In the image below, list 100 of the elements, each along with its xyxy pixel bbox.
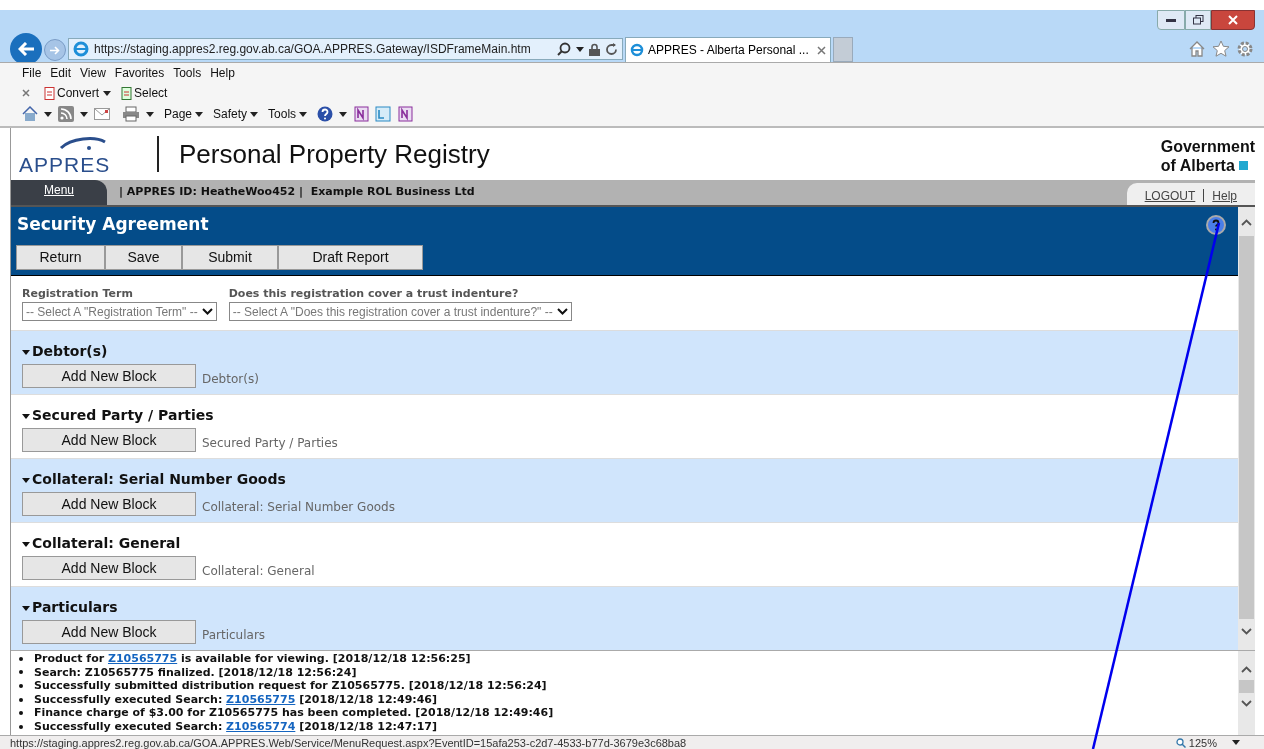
- restore-icon: [1192, 15, 1204, 25]
- tab-title: APPRES - Alberta Personal ...: [648, 42, 810, 59]
- scroll-thumb[interactable]: [1239, 236, 1254, 619]
- toolbar-menu-button[interactable]: Tools: [268, 105, 308, 123]
- section-caption: Debtor(s): [202, 371, 259, 388]
- menu-item[interactable]: Tools: [173, 64, 202, 82]
- toolbar-button[interactable]: Return: [16, 245, 105, 270]
- minimize-button[interactable]: [1157, 10, 1185, 30]
- add-block-button[interactable]: Add New Block: [22, 364, 196, 388]
- star-icon[interactable]: [1212, 40, 1230, 58]
- home-icon[interactable]: [1188, 40, 1206, 58]
- home-icon[interactable]: [22, 106, 38, 122]
- toolbar-button[interactable]: Save: [105, 245, 182, 270]
- section-caption: Collateral: Serial Number Goods: [202, 499, 395, 516]
- mail-icon[interactable]: [94, 108, 110, 120]
- menu-item[interactable]: Edit: [50, 64, 72, 82]
- url-text: https://staging.appres2.reg.gov.ab.ca/GOA.APPRES.Gateway/ISDFrameMain.htm: [94, 41, 532, 58]
- menu-link[interactable]: Menu: [11, 180, 107, 205]
- add-block-button[interactable]: Add New Block: [22, 620, 196, 644]
- toolbar-button[interactable]: Draft Report: [278, 245, 423, 270]
- settings-icon[interactable]: [1236, 40, 1254, 58]
- status-url: https://staging.appres2.reg.gov.ab.ca/GOA.APPRES.Web/Service/MenuRequest.aspx?EventID=15afa253-c2d7-4533-b77d-3679e3c68ba8: [10, 736, 687, 749]
- zoom-icon: [1175, 737, 1186, 748]
- close-icon: [1228, 15, 1238, 25]
- caret-icon: [44, 111, 52, 117]
- caret-icon: [250, 111, 259, 117]
- chevron-down-icon: [556, 308, 568, 316]
- help-icon[interactable]: [1206, 214, 1226, 235]
- notebook-icon[interactable]: [353, 106, 370, 122]
- menu-item[interactable]: View: [80, 64, 106, 82]
- convert-button[interactable]: Convert: [44, 84, 100, 102]
- notebook-icon[interactable]: [375, 106, 392, 122]
- close-icon[interactable]: [817, 45, 826, 55]
- field-label: Does this registration cover a trust indenture?: [228, 285, 520, 302]
- add-block-button[interactable]: Add New Block: [22, 556, 196, 580]
- close-icon[interactable]: [22, 89, 30, 97]
- browser-tab[interactable]: APPRES - Alberta Personal ...: [625, 37, 831, 62]
- document-icon: [121, 86, 134, 100]
- record-link[interactable]: Z10565775: [226, 692, 296, 707]
- add-block-button[interactable]: Add New Block: [22, 492, 196, 516]
- forward-arrow-icon: [50, 45, 60, 55]
- caret-icon: [146, 111, 154, 117]
- message-item: Successfully executed Search: Z10565774 [2018/12/18 12:47:17]: [17, 719, 1238, 734]
- help-icon[interactable]: [317, 106, 334, 122]
- back-button[interactable]: [10, 33, 42, 65]
- add-block-button[interactable]: Add New Block: [22, 428, 196, 452]
- expanded-caret-icon[interactable]: [22, 475, 30, 484]
- toolbar-menu-button[interactable]: Page: [164, 105, 204, 123]
- expanded-caret-icon[interactable]: [22, 347, 30, 356]
- dropdown-field[interactable]: -- Select A "Does this registration cover a trust indenture?" --: [228, 302, 572, 322]
- field-label: Registration Term: [22, 285, 134, 302]
- back-arrow-icon: [18, 42, 34, 56]
- close-button[interactable]: [1211, 10, 1255, 30]
- section-title: Particulars: [32, 598, 118, 617]
- section-title: Collateral: Serial Number Goods: [32, 470, 286, 489]
- notebook-icon[interactable]: [397, 106, 414, 122]
- section-caption: Secured Party / Parties: [202, 435, 338, 452]
- toolbar-menu-button[interactable]: Safety: [213, 105, 259, 123]
- restore-button[interactable]: [1185, 10, 1211, 30]
- appres-logo: APPRES: [19, 132, 137, 176]
- section-title: Secured Party / Parties: [32, 406, 214, 425]
- record-link[interactable]: Z10565775: [107, 652, 178, 666]
- section-caption: Collateral: General: [202, 563, 315, 580]
- select-button[interactable]: Select: [121, 84, 168, 102]
- minimize-icon: [1166, 18, 1176, 22]
- scroll-thumb[interactable]: [1239, 680, 1254, 693]
- section-title: Debtor(s): [32, 342, 108, 361]
- menu-item[interactable]: Help: [210, 64, 235, 82]
- record-link[interactable]: Z10565774: [226, 719, 296, 734]
- feed-icon[interactable]: [58, 106, 74, 122]
- help-link[interactable]: Help: [1212, 186, 1237, 205]
- expanded-caret-icon[interactable]: [22, 603, 30, 612]
- forward-button[interactable]: [44, 39, 66, 61]
- account-info: | APPRES ID: HeatheWoo452 | Example ROL Business Ltd: [119, 184, 475, 201]
- logout-link[interactable]: LOGOUT: [1144, 186, 1196, 205]
- browser-logo-icon: [73, 41, 89, 57]
- dropdown-field[interactable]: -- Select A "Registration Term" --: [22, 302, 217, 322]
- scrollbar[interactable]: [1238, 651, 1255, 735]
- form-title: Security Agreement: [17, 212, 209, 236]
- expanded-caret-icon[interactable]: [22, 411, 30, 420]
- message-item: Finance charge of $3.00 for Z10565775 has been completed. [2018/12/18 12:49:46]: [17, 706, 1238, 720]
- message-item: Product for Z10565775 is available for viewing. [2018/12/18 12:56:25]: [17, 652, 1238, 666]
- menu-item[interactable]: Favorites: [114, 64, 165, 82]
- expanded-caret-icon[interactable]: [22, 539, 30, 548]
- dropdown-caret-icon: [576, 46, 584, 52]
- toolbar-button[interactable]: Submit: [182, 245, 278, 270]
- caret-icon: [1232, 740, 1240, 745]
- menu-item[interactable]: File: [22, 64, 42, 82]
- scrollbar[interactable]: [1238, 207, 1255, 650]
- caret-icon: [195, 111, 204, 117]
- browser-logo-icon: [630, 43, 644, 57]
- printer-icon[interactable]: [122, 106, 140, 122]
- lock-icon: [589, 42, 600, 56]
- search-icon[interactable]: [557, 42, 571, 56]
- refresh-icon[interactable]: [605, 42, 618, 56]
- address-bar[interactable]: https://staging.appres2.reg.gov.ab.ca/GOA.APPRES.Gateway/ISDFrameMain.htm: [68, 38, 623, 60]
- message-item: Successfully submitted distribution request for Z10565775. [2018/12/18 12:56:24]: [17, 679, 1238, 693]
- zoom-control[interactable]: 125%: [1175, 736, 1240, 749]
- message-item: Successfully executed Search: Z10565775 [2018/12/18 12:49:46]: [17, 692, 1238, 707]
- caret-icon: [103, 90, 112, 96]
